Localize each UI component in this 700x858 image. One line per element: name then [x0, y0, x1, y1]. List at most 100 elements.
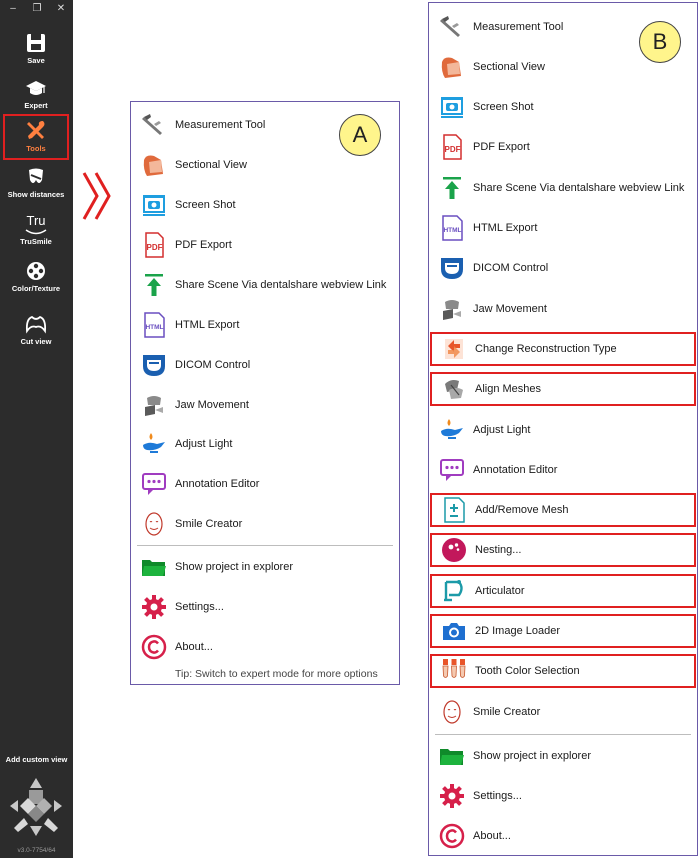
floppy-disk-icon — [27, 34, 45, 52]
menu-item-label: 2D Image Loader — [475, 625, 560, 637]
menu-item-show-project-in-explorer[interactable]: Show project in explorer — [429, 739, 697, 773]
menu-item-share-scene-via-dentalshare-webview-link[interactable]: Share Scene Via dentalshare webview Link — [131, 268, 399, 302]
svg-text:PDF: PDF — [147, 243, 163, 252]
color-texture-button[interactable]: Color/Texture — [3, 258, 69, 302]
menu-item-label: Tooth Color Selection — [475, 665, 580, 677]
menu-item-label: Jaw Movement — [175, 399, 249, 411]
add-custom-view-button[interactable]: Add custom view — [0, 755, 73, 764]
cut-view-label: Cut view — [20, 337, 52, 346]
caliper-icon — [439, 14, 465, 40]
menu-separator — [137, 545, 393, 546]
camera-icon — [141, 192, 167, 218]
menu-item-smile-creator[interactable]: Smile Creator — [429, 695, 697, 729]
double-chevron-icon — [82, 172, 111, 220]
menu-item-screen-shot[interactable]: Screen Shot — [429, 90, 697, 124]
menu-item-dicom-control[interactable]: DICOM Control — [429, 251, 697, 285]
menu-item-add-remove-mesh[interactable]: Add/Remove Mesh — [430, 493, 696, 527]
menu-item-share-scene-via-dentalshare-webview-link[interactable]: Share Scene Via dentalshare webview Link — [429, 171, 697, 205]
expert-label: Expert — [24, 101, 48, 110]
menu-item-show-project-in-explorer[interactable]: Show project in explorer — [131, 550, 399, 584]
menu-item-sectional-view[interactable]: Sectional View — [429, 50, 697, 84]
tools-label: Tools — [26, 144, 46, 153]
menu-item-annotation-editor[interactable]: Annotation Editor — [131, 467, 399, 501]
menu-item-label: Articulator — [475, 585, 525, 597]
menu-item-smile-creator[interactable]: Smile Creator — [131, 507, 399, 541]
menu-item-settings[interactable]: Settings... — [429, 779, 697, 813]
tools-menu-standard: A Measurement Tool Sectional View Screen S… — [130, 101, 400, 685]
menu-item-change-reconstruction-type[interactable]: Change Reconstruction Type — [430, 332, 696, 366]
menu-item-nesting[interactable]: Nesting... — [430, 533, 696, 567]
close-icon[interactable]: ✕ — [52, 2, 70, 16]
menu-item-measurement-tool[interactable]: Measurement Tool — [429, 10, 697, 44]
menu-item-label: Change Reconstruction Type — [475, 343, 617, 355]
menu-item-screen-shot[interactable]: Screen Shot — [131, 188, 399, 222]
menu-item-label: PDF Export — [175, 239, 232, 251]
save-label: Save — [27, 56, 45, 65]
align-meshes-icon — [441, 376, 467, 402]
menu-item-label: Screen Shot — [473, 101, 534, 113]
menu-item-label: Nesting... — [475, 544, 522, 556]
menu-item-label: Jaw Movement — [473, 303, 547, 315]
annotation-icon — [439, 457, 465, 483]
svg-text:HTML: HTML — [443, 227, 461, 234]
menu-item-measurement-tool[interactable]: Measurement Tool — [131, 108, 399, 142]
menu-item-label: PDF Export — [473, 141, 530, 153]
menu-item-pdf-export[interactable]: PDF PDF Export — [131, 228, 399, 262]
smile-curve-icon — [25, 229, 47, 235]
trusmile-button[interactable]: Tru TruSmile — [3, 210, 69, 254]
cut-view-button[interactable]: Cut view — [3, 311, 69, 355]
expert-button[interactable]: Expert — [3, 75, 69, 119]
graduation-cap-icon — [26, 81, 46, 95]
menu-item-articulator[interactable]: Articulator — [430, 574, 696, 608]
html-file-icon: HTML — [439, 215, 465, 241]
oil-lamp-icon — [439, 417, 465, 443]
menu-item-label: Show project in explorer — [473, 750, 592, 762]
jaw-movement-icon — [141, 392, 167, 418]
menu-item-html-export[interactable]: HTML HTML Export — [429, 211, 697, 245]
save-button[interactable]: Save — [3, 30, 69, 74]
menu-item-label: Measurement Tool — [473, 21, 564, 33]
view-cube-icon[interactable] — [8, 776, 64, 838]
show-distances-label: Show distances — [7, 190, 65, 199]
tools-button[interactable]: Tools — [3, 114, 69, 160]
menu-item-label: Adjust Light — [175, 438, 233, 450]
menu-item-label: Annotation Editor — [175, 478, 260, 490]
folder-icon — [141, 554, 167, 580]
menu-item-label: Settings... — [473, 790, 522, 802]
menu-item-2d-image-loader[interactable]: 2D Image Loader — [430, 614, 696, 648]
menu-item-about[interactable]: About... — [131, 630, 399, 664]
face-icon — [141, 511, 167, 537]
menu-item-label: DICOM Control — [473, 262, 549, 274]
menu-item-html-export[interactable]: HTML HTML Export — [131, 308, 399, 342]
menu-item-label: Smile Creator — [473, 706, 541, 718]
version-label: v3.0-7754/64 — [17, 847, 56, 854]
menu-item-jaw-movement[interactable]: Jaw Movement — [131, 388, 399, 422]
menu-item-label: Smile Creator — [175, 518, 243, 530]
menu-item-jaw-movement[interactable]: Jaw Movement — [429, 292, 697, 326]
minimize-icon[interactable]: – — [4, 2, 22, 16]
menu-item-pdf-export[interactable]: PDF PDF Export — [429, 130, 697, 164]
menu-item-sectional-view[interactable]: Sectional View — [131, 148, 399, 182]
menu-item-align-meshes[interactable]: Align Meshes — [430, 372, 696, 406]
menu-item-label: HTML Export — [175, 319, 240, 331]
trusmile-label: TruSmile — [20, 237, 52, 246]
menu-item-annotation-editor[interactable]: Annotation Editor — [429, 453, 697, 487]
svg-text:PDF: PDF — [445, 145, 461, 154]
menu-item-label: Adjust Light — [473, 424, 531, 436]
menu-item-dicom-control[interactable]: DICOM Control — [131, 348, 399, 382]
menu-item-label: About... — [473, 830, 511, 842]
menu-item-label: HTML Export — [473, 222, 538, 234]
camera-2d-icon — [441, 618, 467, 644]
menu-item-about[interactable]: About... — [429, 819, 697, 853]
menu-item-tooth-color-selection[interactable]: Tooth Color Selection — [430, 654, 696, 688]
share-upload-icon — [439, 175, 465, 201]
menu-item-settings[interactable]: Settings... — [131, 590, 399, 624]
restore-icon[interactable]: ❐ — [28, 2, 46, 16]
menu-item-label: Align Meshes — [475, 383, 542, 395]
menu-item-adjust-light[interactable]: Adjust Light — [131, 427, 399, 461]
menu-item-adjust-light[interactable]: Adjust Light — [429, 413, 697, 447]
show-distances-button[interactable]: Show distances — [3, 164, 69, 208]
sectional-view-icon — [141, 152, 167, 178]
menu-item-label: Settings... — [175, 601, 224, 613]
sectional-view-icon — [439, 54, 465, 80]
